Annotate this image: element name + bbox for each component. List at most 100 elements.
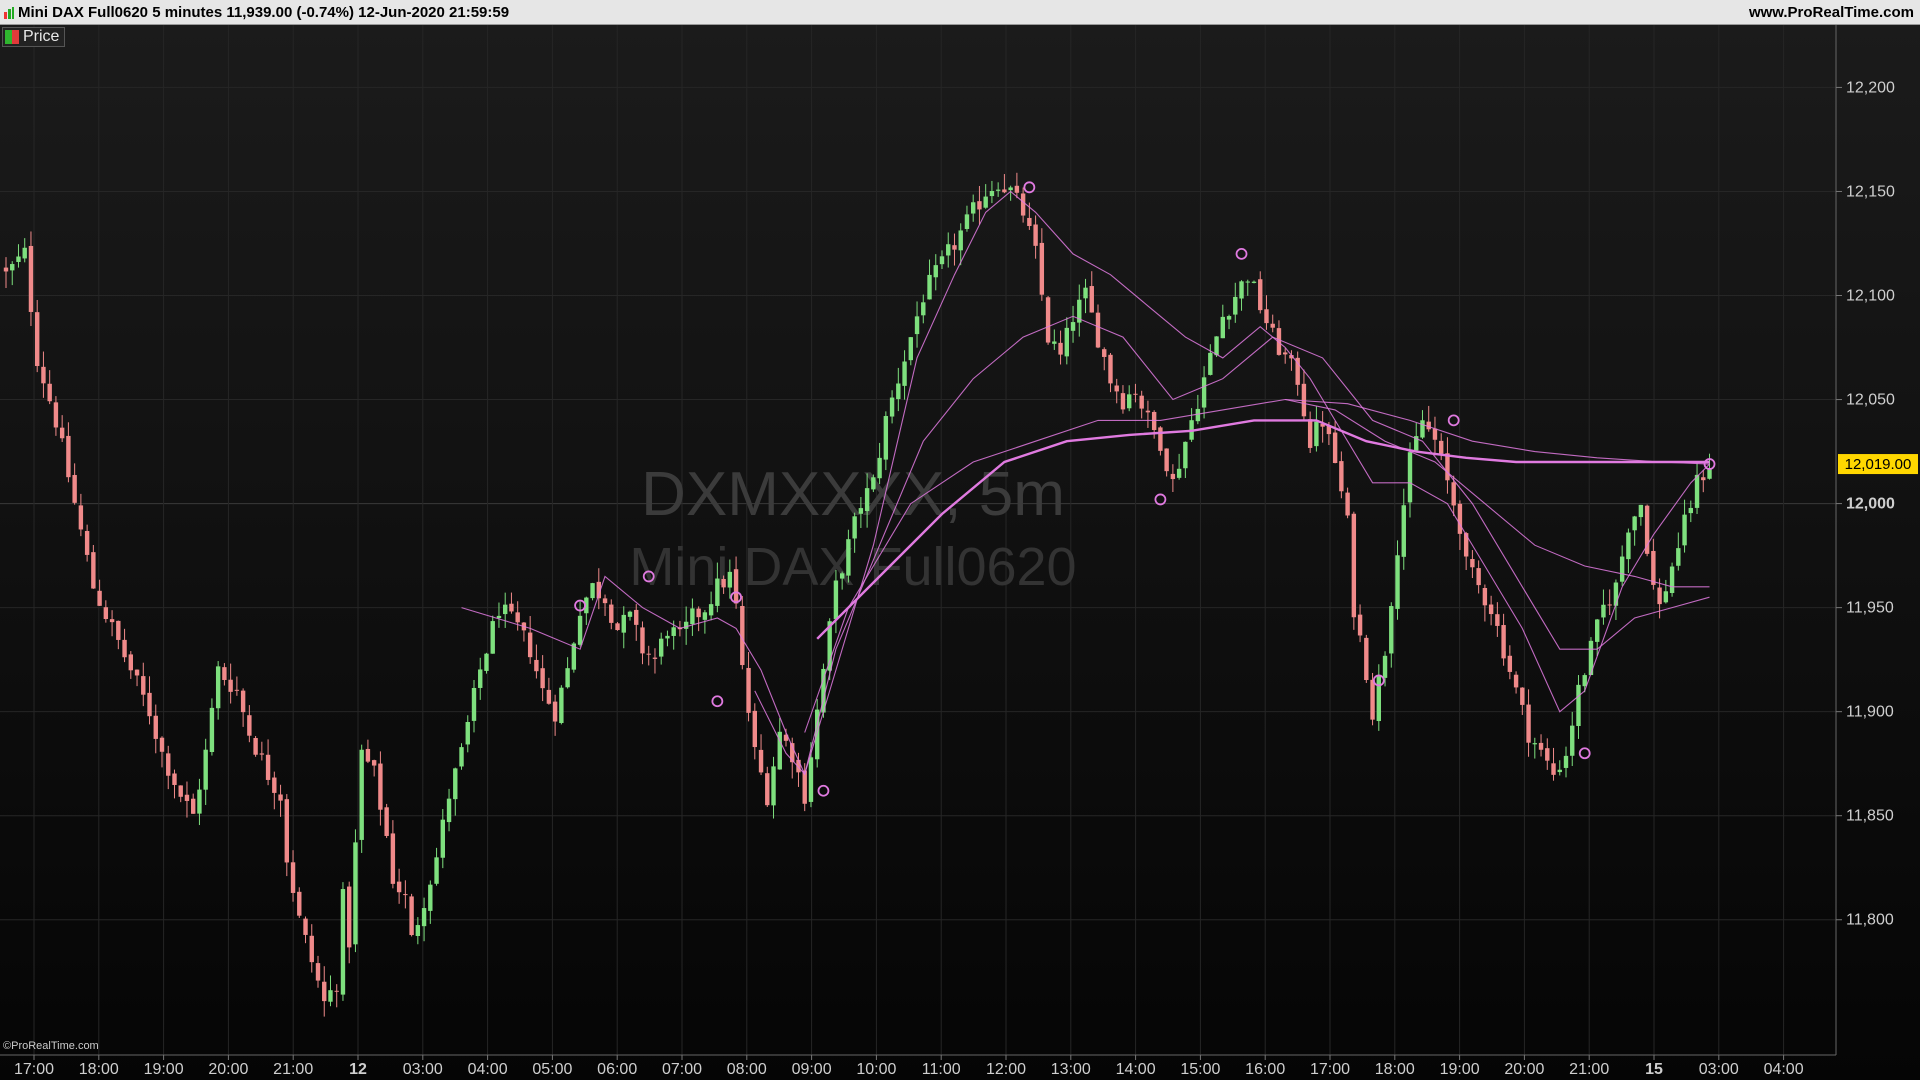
candle-body <box>1183 441 1188 469</box>
candle-body <box>1339 461 1344 492</box>
candle-body <box>1045 297 1051 343</box>
x-tick-label: 07:00 <box>662 1061 702 1078</box>
y-tick-label: 12,150 <box>1846 183 1895 200</box>
candle-body <box>371 760 377 766</box>
candle-body <box>1669 566 1675 594</box>
candle-body <box>328 990 333 1002</box>
candle-body <box>1095 312 1101 348</box>
x-tick-label: 20:00 <box>208 1061 248 1078</box>
x-tick-label: 06:00 <box>597 1061 637 1078</box>
candle-body <box>72 475 77 503</box>
candle-body <box>1114 385 1119 392</box>
candle-body <box>1201 377 1207 408</box>
price-series-button[interactable]: Price <box>2 27 66 47</box>
candle-body <box>1470 559 1475 568</box>
candle-body <box>946 244 951 256</box>
candle-body <box>1133 393 1138 395</box>
candle-body <box>496 615 502 619</box>
candle-body <box>172 773 177 785</box>
candle-body <box>1020 193 1026 216</box>
candle-body <box>914 316 920 335</box>
candle-body <box>1226 316 1232 320</box>
candle-body <box>1089 286 1094 313</box>
x-tick-label: 17:00 <box>1310 1061 1350 1078</box>
candle-body <box>808 757 814 802</box>
candle-body <box>971 202 976 214</box>
candle-body <box>359 749 364 840</box>
candle-body <box>478 669 483 688</box>
candle-body <box>1570 725 1575 756</box>
candle-body <box>1357 614 1363 636</box>
x-tick-label: 12 <box>349 1061 367 1078</box>
candle-body <box>141 676 146 695</box>
candle-body <box>253 738 258 755</box>
candle-body <box>802 770 807 804</box>
candle-body <box>1102 349 1107 357</box>
candle-body <box>1607 604 1612 606</box>
candle-body <box>696 608 701 618</box>
candle-body <box>1513 674 1519 688</box>
candle-body <box>347 886 352 948</box>
candle-body <box>1070 322 1076 331</box>
candle-body <box>1488 604 1494 615</box>
brand-link[interactable]: www.ProRealTime.com <box>1749 4 1914 21</box>
candle-body <box>1682 514 1687 546</box>
candle-body <box>839 573 845 579</box>
candle-body <box>1002 189 1007 193</box>
candle-body <box>1476 568 1481 586</box>
chart-header-bar: Mini DAX Full0620 5 minutes 11,939.00 (-… <box>0 0 1920 25</box>
x-tick-label: 19:00 <box>1440 1061 1480 1078</box>
x-tick-label: 15:00 <box>1180 1061 1220 1078</box>
candle-body <box>771 766 776 806</box>
candle-body <box>10 264 15 271</box>
candle-body <box>1233 296 1238 315</box>
candle-body <box>746 667 751 713</box>
x-tick-label: 18:00 <box>79 1061 119 1078</box>
candle-body <box>47 383 52 402</box>
candle-body <box>1626 532 1631 560</box>
candle-body <box>197 789 202 814</box>
y-tick-label: 11,900 <box>1846 704 1894 721</box>
candle-body <box>1301 383 1307 417</box>
candle-body <box>552 701 558 722</box>
candle-body <box>1164 448 1169 472</box>
x-tick-label: 17:00 <box>14 1061 54 1078</box>
candle-body <box>1701 477 1706 481</box>
candle-body <box>846 539 851 576</box>
candle-body <box>259 753 265 755</box>
candle-body <box>1264 309 1269 324</box>
candle-body <box>1526 704 1531 743</box>
candle-body <box>465 722 470 745</box>
candle-body <box>1439 440 1444 454</box>
candle-body <box>833 580 839 620</box>
candle-body <box>683 621 689 629</box>
x-tick-label: 20:00 <box>1504 1061 1544 1078</box>
candle-body <box>1532 743 1537 745</box>
candle-body <box>66 435 71 478</box>
candle-body <box>1208 352 1213 375</box>
candle-body <box>240 690 246 713</box>
candle-body <box>646 653 651 655</box>
x-tick-label: 19:00 <box>144 1061 184 1078</box>
price-chart[interactable]: DXMXXXX, 5m Mini DAX Full0620 12,20012,1… <box>0 25 1920 1080</box>
candle-body <box>1083 287 1088 299</box>
candle-body <box>147 692 152 717</box>
candle-body <box>908 337 913 361</box>
candle-body <box>733 569 739 604</box>
candle-body <box>1426 421 1431 430</box>
candle-body <box>627 611 633 617</box>
candle-body <box>459 747 464 767</box>
candle-body <box>340 889 346 995</box>
candle-body <box>1651 550 1656 585</box>
instrument-title: Mini DAX Full0620 5 minutes 11,939.00 (-… <box>18 4 510 21</box>
candle-body <box>1632 516 1637 531</box>
candle-body <box>1214 336 1219 356</box>
candle-body <box>852 516 857 539</box>
candle-body <box>1332 432 1338 463</box>
candle-body <box>721 578 726 588</box>
candle-body <box>1445 453 1450 481</box>
candle-body <box>1307 419 1313 448</box>
candle-body <box>122 639 127 658</box>
candle-body <box>1014 185 1020 193</box>
candle-body <box>602 598 608 604</box>
